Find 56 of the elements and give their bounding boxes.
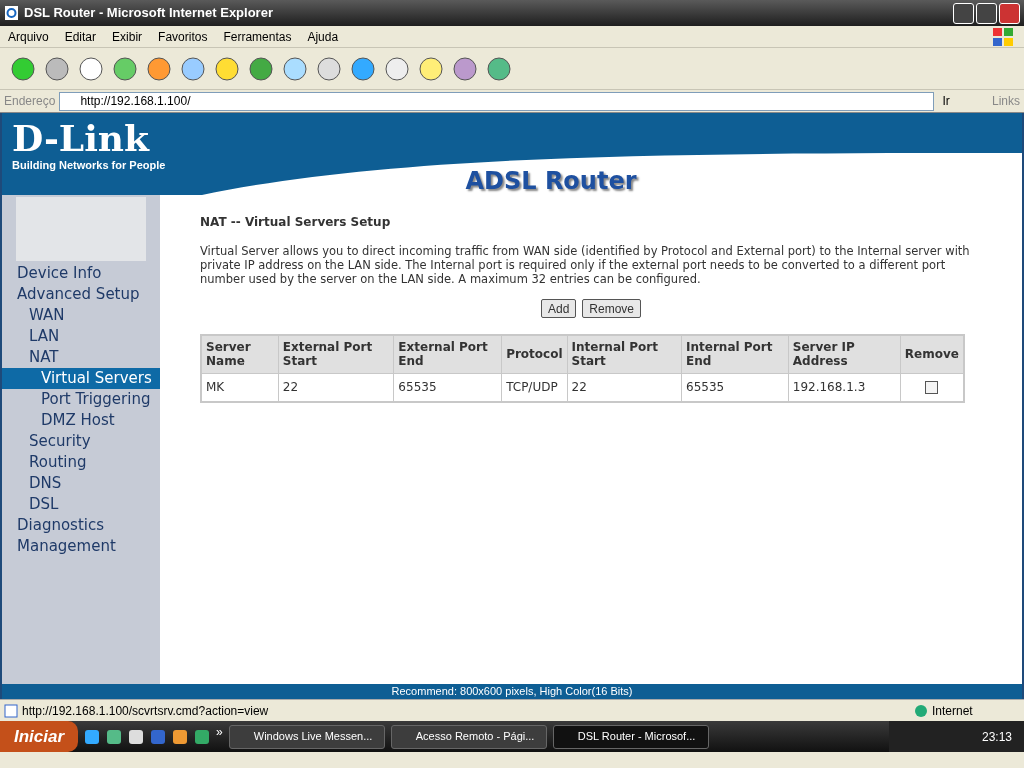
sidebar-item[interactable]: Management xyxy=(2,536,160,557)
sidebar-item[interactable]: DNS xyxy=(2,473,160,494)
close-button[interactable] xyxy=(999,2,1020,24)
sidebar-item[interactable]: Advanced Setup xyxy=(2,284,160,305)
page-heading: NAT -- Virtual Servers Setup xyxy=(200,214,392,231)
status-url: http://192.168.1.100/scvrtsrv.cmd?action=view xyxy=(22,702,269,720)
logo-tagline: Building Networks for People xyxy=(12,158,166,173)
sidebar-item[interactable]: Port Triggering xyxy=(2,389,160,410)
menu-item[interactable]: Favoritos xyxy=(150,27,216,46)
column-header: External Port Start xyxy=(278,335,394,373)
logo: D-Link xyxy=(12,119,151,157)
maximize-button[interactable] xyxy=(976,2,997,24)
links-label: Links xyxy=(992,93,1020,110)
column-header: Internal Port Start xyxy=(567,335,682,373)
sidebar-item[interactable]: Routing xyxy=(2,452,160,473)
page-icon xyxy=(4,703,18,718)
sidebar-item[interactable]: LAN xyxy=(2,326,160,347)
browser-icon xyxy=(4,5,20,21)
action-button[interactable]: Remove xyxy=(582,299,641,318)
sidebar-item[interactable]: WAN xyxy=(2,305,160,326)
description: Virtual Server allows you to direct incoming traffic from WAN side (identified by Protocol and External port) to the Internal server with private IP address on the LAN side. The Internal port is required only if the external port needs to be converted to a different port number used by the server on the LAN side. A maximum 32 entries can be configured. xyxy=(200,244,971,286)
column-header: Server IP Address xyxy=(788,335,901,373)
column-header: Protocol xyxy=(501,335,568,373)
sidebar-item[interactable]: Diagnostics xyxy=(2,515,160,536)
action-button[interactable]: Add xyxy=(540,299,577,318)
sidebar-item[interactable]: DSL xyxy=(2,494,160,515)
remove-checkbox[interactable] xyxy=(925,381,939,395)
sidebar-item[interactable]: NAT xyxy=(2,347,160,368)
column-header: External Port End xyxy=(393,335,502,373)
start-button[interactable]: Iniciar xyxy=(0,721,79,752)
taskbar-button[interactable]: Acesso Remoto - Pági... xyxy=(390,724,547,749)
sidebar-item[interactable]: Security xyxy=(2,431,160,452)
column-header: Server Name xyxy=(201,335,279,373)
sidebar-item[interactable]: Virtual Servers xyxy=(2,368,160,389)
address-field[interactable]: http://192.168.1.100/ xyxy=(59,91,935,111)
menu-item[interactable]: Editar xyxy=(56,27,105,46)
menu-item[interactable]: Arquivo xyxy=(0,27,57,46)
taskbar-button[interactable]: DSL Router - Microsof... xyxy=(552,724,709,749)
menu-item[interactable]: Ferramentas xyxy=(215,27,300,46)
more-chevron[interactable]: » xyxy=(216,722,223,741)
clock: 23:13 xyxy=(981,728,1012,746)
status-zone: Internet xyxy=(932,702,974,720)
address-label: Endereço xyxy=(4,93,56,110)
taskbar-button[interactable]: Windows Live Messen... xyxy=(228,724,385,749)
column-header: Internal Port End xyxy=(681,335,789,373)
windows-logo-icon xyxy=(992,26,1014,47)
window-title: DSL Router - Microsoft Internet Explorer xyxy=(24,4,273,23)
footer-bar: Recommend: 800x600 pixels, High Color(16 Bits) xyxy=(2,684,1022,699)
minimize-button[interactable] xyxy=(953,2,974,24)
column-header: Remove xyxy=(900,335,964,373)
go-button[interactable]: Ir xyxy=(938,92,954,110)
product-title: ADSL Router xyxy=(465,166,637,197)
sidebar-item[interactable]: DMZ Host xyxy=(2,410,160,431)
sidebar-item[interactable]: Device Info xyxy=(2,263,160,284)
menu-item[interactable]: Exibir xyxy=(104,27,151,46)
menu-item[interactable]: Ajuda xyxy=(299,27,347,46)
